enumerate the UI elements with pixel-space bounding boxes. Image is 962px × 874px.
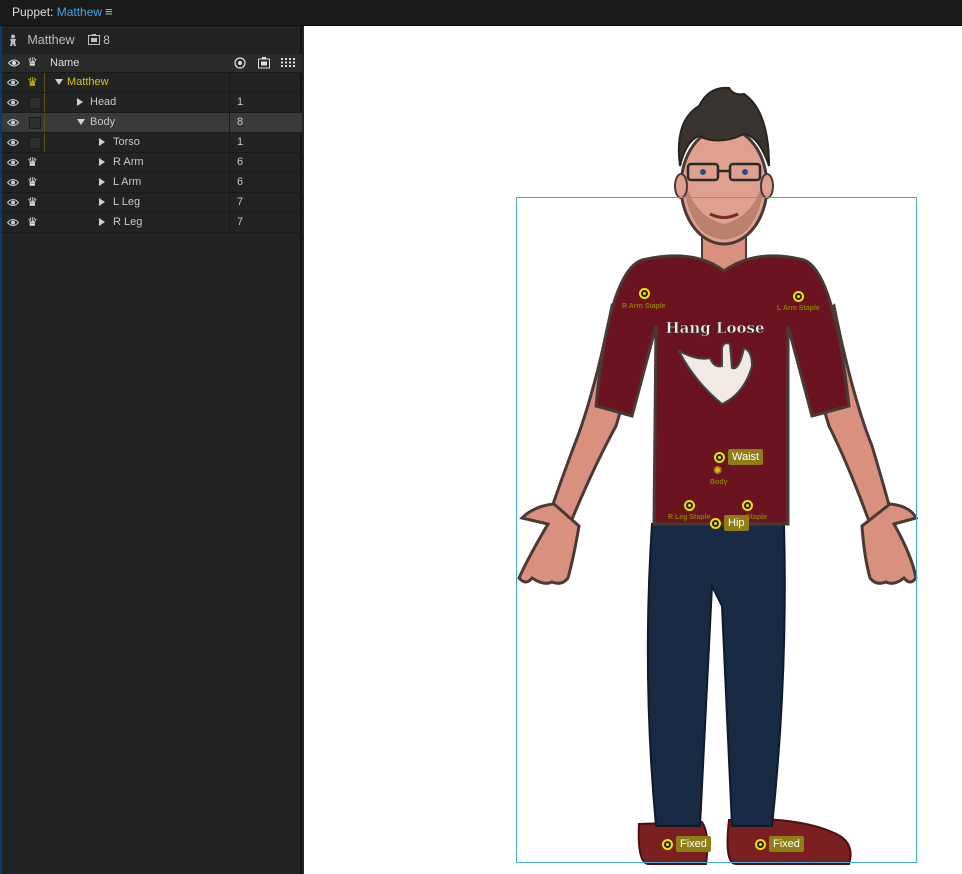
fixed-handle-right[interactable] xyxy=(755,839,766,850)
crown-toggle-box[interactable] xyxy=(29,117,41,129)
layer-tree: ♛ Matthew Head 1 Body 8 Torso 1 ♛ R Arm … xyxy=(2,73,302,233)
tree-row-count: 7 xyxy=(237,196,244,208)
crown-toggle-box[interactable] xyxy=(29,97,41,109)
tree-row-label: R Leg xyxy=(113,216,143,228)
waist-tag: Waist xyxy=(728,449,764,465)
row-divider xyxy=(44,113,45,132)
puppet-canvas[interactable]: Hang Loose R Arm Staple L Arm Staple Wai… xyxy=(304,26,962,874)
tree-row-label: Torso xyxy=(113,136,140,148)
tree-row-r-leg[interactable]: ♛ R Leg 7 xyxy=(2,213,302,233)
expand-triangle-icon[interactable] xyxy=(99,138,105,146)
tree-row-label: Body xyxy=(90,116,116,128)
puppet-icon xyxy=(10,34,16,46)
body-origin-icon[interactable]: ✺ xyxy=(713,464,722,477)
column-header: ♛ Name xyxy=(2,54,302,73)
tree-row-head[interactable]: Head 1 xyxy=(2,93,302,113)
waist-handle[interactable] xyxy=(714,452,725,463)
panel-title: Puppet: Matthew xyxy=(12,5,102,19)
expand-triangle-icon[interactable] xyxy=(77,119,85,125)
tree-row-count: 1 xyxy=(237,136,244,148)
hamburger-icon[interactable]: ≡ xyxy=(105,4,113,19)
grid-column-icon[interactable] xyxy=(281,58,296,67)
tree-row-label: Matthew xyxy=(67,76,109,88)
eye-icon[interactable] xyxy=(7,77,19,88)
hip-tag: Hip xyxy=(724,515,749,531)
hip-handle[interactable] xyxy=(710,518,721,529)
tree-row-label: R Arm xyxy=(113,156,144,168)
puppet-name: Matthew xyxy=(27,32,75,47)
crown-toggle-box[interactable] xyxy=(29,137,41,149)
eye-icon[interactable] xyxy=(7,117,19,128)
row-divider xyxy=(44,93,45,112)
tree-row-torso[interactable]: Torso 1 xyxy=(2,133,302,153)
expand-triangle-icon[interactable] xyxy=(99,198,105,206)
row-divider xyxy=(229,173,230,192)
tree-row-count: 8 xyxy=(237,116,244,128)
tree-row-count: 7 xyxy=(237,216,244,228)
tree-row-label: L Arm xyxy=(113,176,142,188)
fixed-tag-right: Fixed xyxy=(769,836,804,852)
l-arm-staple-handle[interactable] xyxy=(793,291,804,302)
expand-triangle-icon[interactable] xyxy=(99,218,105,226)
eye-icon[interactable] xyxy=(7,137,19,148)
layer-count: 8 xyxy=(103,32,110,47)
l-leg-staple-label: Staple xyxy=(746,514,768,521)
eye-icon[interactable] xyxy=(7,97,19,108)
r-leg-staple-label: R Leg Staple xyxy=(668,514,711,521)
crown-icon[interactable]: ♛ xyxy=(27,155,38,169)
expand-triangle-icon[interactable] xyxy=(99,178,105,186)
eye-icon[interactable] xyxy=(7,197,19,208)
puppet-summary: Matthew 8 xyxy=(8,32,110,48)
row-divider xyxy=(229,193,230,212)
row-divider xyxy=(44,73,45,92)
tree-row-label: L Leg xyxy=(113,196,141,208)
layers-count-icon xyxy=(87,34,100,46)
origin-column-icon[interactable] xyxy=(234,57,246,69)
crown-icon[interactable]: ♛ xyxy=(27,175,38,189)
crown-icon[interactable]: ♛ xyxy=(27,75,38,89)
fixed-tag-left: Fixed xyxy=(676,836,711,852)
row-divider xyxy=(229,73,230,92)
tree-row-l-arm[interactable]: ♛ L Arm 6 xyxy=(2,173,302,193)
l-arm-staple-label: L Arm Staple xyxy=(777,305,820,312)
panel-header: Puppet: Matthew ≡ xyxy=(0,0,962,26)
crown-icon[interactable]: ♛ xyxy=(27,215,38,229)
tree-row-r-arm[interactable]: ♛ R Arm 6 xyxy=(2,153,302,173)
row-divider xyxy=(229,153,230,172)
body-origin-label: Body xyxy=(710,479,728,486)
tree-row-label: Head xyxy=(90,96,117,108)
puppet-name-link[interactable]: Matthew xyxy=(57,5,102,19)
puppet-panel: Matthew 8 ♛ Name ♛ Matthew Head 1 Body 8… xyxy=(0,26,302,874)
title-prefix: Puppet: xyxy=(12,5,57,19)
tree-row-l-leg[interactable]: ♛ L Leg 7 xyxy=(2,193,302,213)
selection-bounding-box xyxy=(516,197,917,863)
expand-triangle-icon[interactable] xyxy=(77,98,83,106)
row-divider xyxy=(229,93,230,112)
expand-triangle-icon[interactable] xyxy=(55,79,63,85)
eye-icon[interactable] xyxy=(7,217,19,228)
handles-column-icon[interactable] xyxy=(258,57,270,69)
eye-icon[interactable] xyxy=(8,58,20,68)
r-arm-staple-label: R Arm Staple xyxy=(622,303,666,310)
column-name[interactable]: Name xyxy=(50,57,79,69)
crown-icon[interactable]: ♛ xyxy=(27,195,38,209)
eye-icon[interactable] xyxy=(7,157,19,168)
expand-triangle-icon[interactable] xyxy=(99,158,105,166)
fixed-handle-left[interactable] xyxy=(662,839,673,850)
tree-row-matthew[interactable]: ♛ Matthew xyxy=(2,73,302,93)
tree-row-count: 6 xyxy=(237,156,244,168)
row-divider xyxy=(229,133,230,152)
tree-row-body[interactable]: Body 8 xyxy=(2,113,302,133)
row-divider xyxy=(229,113,230,132)
row-divider xyxy=(229,213,230,232)
l-leg-staple-handle[interactable] xyxy=(742,500,753,511)
r-leg-staple-handle[interactable] xyxy=(684,500,695,511)
row-divider xyxy=(44,133,45,152)
crown-icon[interactable]: ♛ xyxy=(27,55,38,69)
eye-icon[interactable] xyxy=(7,177,19,188)
r-arm-staple-handle[interactable] xyxy=(639,288,650,299)
tree-row-count: 6 xyxy=(237,176,244,188)
tree-row-count: 1 xyxy=(237,96,244,108)
